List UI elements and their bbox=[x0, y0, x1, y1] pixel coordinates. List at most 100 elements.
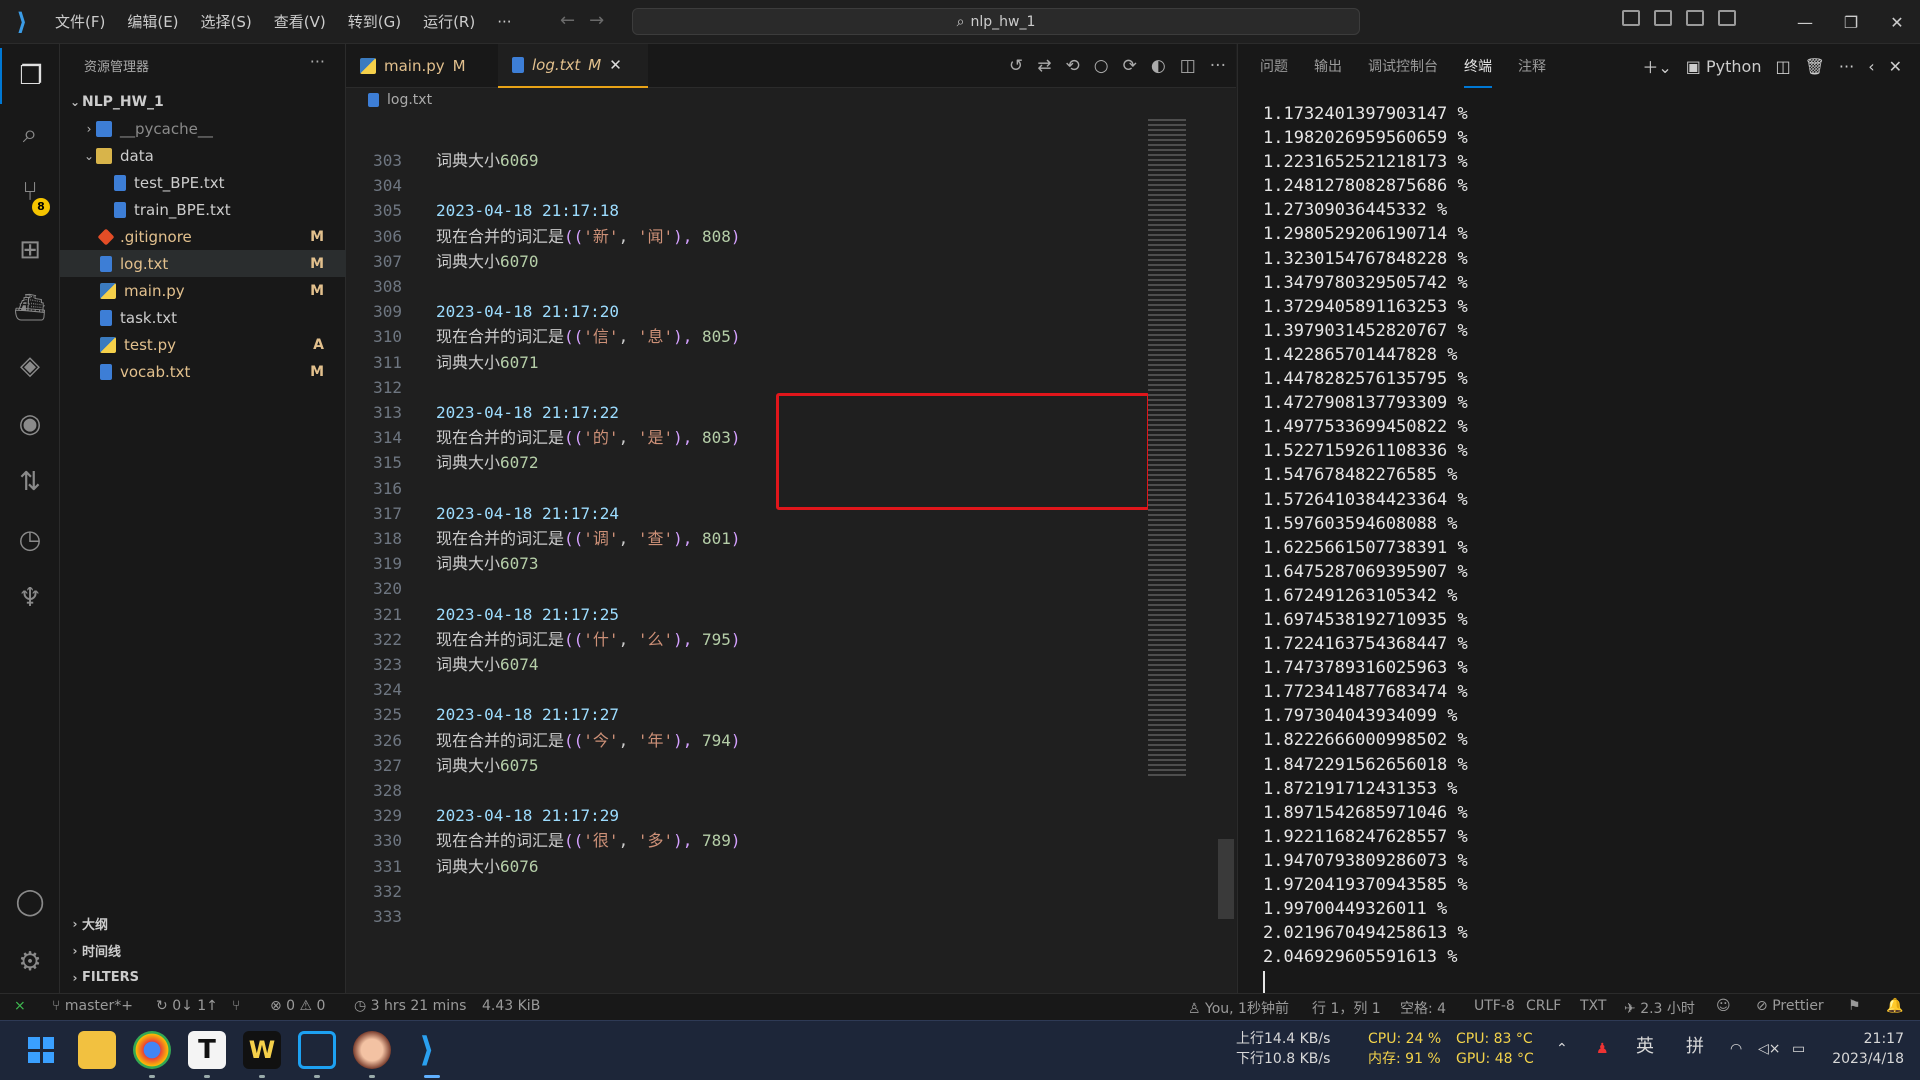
ime-mode[interactable]: 英 bbox=[1636, 1037, 1654, 1057]
file-explorer-icon[interactable] bbox=[78, 1031, 116, 1069]
command-center-search[interactable]: ⌕ nlp_hw_1 bbox=[632, 8, 1360, 35]
tab-terminal[interactable]: 终端 bbox=[1464, 56, 1492, 88]
minimize-icon[interactable]: — bbox=[1782, 13, 1828, 32]
wakatime-status[interactable]: ◷ 3 hrs 21 mins bbox=[354, 998, 466, 1014]
revert-icon[interactable]: ⟲ bbox=[1066, 56, 1080, 76]
next-change-icon[interactable]: ⟳ bbox=[1123, 56, 1137, 76]
toggle-sidebar-icon[interactable] bbox=[1622, 10, 1640, 26]
more-actions-icon[interactable]: ··· bbox=[310, 52, 325, 71]
back-arrow-icon[interactable]: ← bbox=[560, 10, 589, 31]
branch-status[interactable]: ⑂ master*+ bbox=[52, 998, 133, 1014]
minimap[interactable] bbox=[1148, 116, 1186, 776]
remote-desktop-icon[interactable] bbox=[298, 1031, 336, 1069]
copilot-icon[interactable]: ☺ bbox=[1716, 998, 1731, 1014]
new-terminal-icon[interactable]: ＋⌄ bbox=[1642, 54, 1671, 78]
feedback-icon[interactable]: ⚑ bbox=[1848, 998, 1861, 1014]
history-icon[interactable]: ↺ bbox=[1009, 56, 1023, 76]
split-editor-icon[interactable]: ◫ bbox=[1180, 56, 1196, 76]
tab-problems[interactable]: 问题 bbox=[1260, 56, 1288, 76]
wps-writer-icon[interactable]: W bbox=[243, 1031, 281, 1069]
line-ending[interactable]: CRLF bbox=[1526, 998, 1561, 1014]
forward-arrow-icon[interactable]: → bbox=[589, 10, 618, 31]
ime-pinyin[interactable]: 拼 bbox=[1686, 1037, 1704, 1057]
clock[interactable]: 21:17 2023/4/18 bbox=[1830, 1029, 1904, 1069]
github-icon[interactable]: ◉ bbox=[0, 396, 60, 452]
menu-edit[interactable]: 编辑(E) bbox=[116, 0, 189, 44]
split-terminal-icon[interactable]: ◫ bbox=[1775, 57, 1790, 76]
encoding[interactable]: UTF-8 bbox=[1474, 998, 1515, 1014]
blame-status[interactable]: ♙ You, 1秒钟前 bbox=[1188, 998, 1289, 1018]
tree-item-vocab[interactable]: vocab.txt M bbox=[60, 358, 346, 385]
more-actions-icon[interactable]: ··· bbox=[1210, 56, 1226, 76]
remote-icon[interactable]: ⨯ bbox=[14, 998, 26, 1014]
extensions-icon[interactable]: ⊞ bbox=[0, 222, 60, 278]
tree-item-test-bpe[interactable]: test_BPE.txt bbox=[60, 169, 346, 196]
tree-item-pycache[interactable]: › __pycache__ bbox=[60, 115, 346, 142]
sync-status[interactable]: ↻ 0↓ 1↑ bbox=[156, 998, 218, 1014]
compare-changes-icon[interactable]: ⇄ bbox=[1037, 56, 1051, 76]
menu-view[interactable]: 查看(V) bbox=[263, 0, 337, 44]
tab-output[interactable]: 输出 bbox=[1314, 56, 1342, 76]
close-panel-icon[interactable]: ✕ bbox=[1889, 57, 1902, 76]
menu-more[interactable]: ··· bbox=[486, 0, 522, 44]
prettier-status[interactable]: ⊘ Prettier bbox=[1756, 998, 1824, 1014]
tree-item-test-py[interactable]: test.py A bbox=[60, 331, 346, 358]
indentation[interactable]: 空格: 4 bbox=[1400, 998, 1446, 1018]
typora-icon[interactable]: T bbox=[188, 1031, 226, 1069]
publish-icon[interactable]: ⑂ bbox=[232, 998, 240, 1014]
cursor-position[interactable]: 行 1，列 1 bbox=[1312, 998, 1381, 1018]
source-control-icon[interactable]: ⑂ 8 bbox=[0, 164, 60, 220]
restore-icon[interactable]: ❐ bbox=[1828, 13, 1874, 32]
battery-icon[interactable]: ▭ bbox=[1792, 1039, 1805, 1059]
settings-gear-icon[interactable]: ⚙ bbox=[0, 934, 60, 990]
chrome-icon[interactable] bbox=[133, 1031, 171, 1069]
chevron-left-icon[interactable]: ‹ bbox=[1868, 57, 1874, 76]
tree-item-task[interactable]: task.txt bbox=[60, 304, 346, 331]
language-mode[interactable]: TXT bbox=[1580, 998, 1606, 1014]
search-icon[interactable]: ⌕ bbox=[0, 106, 60, 162]
explorer-icon[interactable]: ❐ bbox=[0, 48, 60, 104]
more-actions-icon[interactable]: ··· bbox=[1839, 57, 1854, 76]
tree-item-train-bpe[interactable]: train_BPE.txt bbox=[60, 196, 346, 223]
timeline-section[interactable]: › 时间线 bbox=[60, 937, 346, 964]
editor-scrollbar[interactable] bbox=[1218, 839, 1234, 919]
tree-item-main-py[interactable]: main.py M bbox=[60, 277, 346, 304]
code-editor[interactable]: 303 词典大小6069 304 305 2023-04-18 21:17:18 306 现… bbox=[346, 148, 1236, 948]
toggle-secondary-sidebar-icon[interactable] bbox=[1686, 10, 1704, 26]
start-button-icon[interactable] bbox=[22, 1031, 60, 1069]
menu-run[interactable]: 运行(R) bbox=[412, 0, 486, 44]
trash-icon[interactable]: 🗑 bbox=[1805, 57, 1825, 76]
tab-comments[interactable]: 注释 bbox=[1518, 56, 1546, 76]
qq-icon[interactable]: ♟ bbox=[1596, 1039, 1609, 1059]
session-time[interactable]: ✈ 2.3 小时 bbox=[1624, 998, 1695, 1018]
tab-log-txt[interactable]: log.txt M ✕ bbox=[498, 44, 648, 88]
tree-item-data[interactable]: ⌄ data bbox=[60, 142, 346, 169]
previous-change-icon[interactable]: ○ bbox=[1094, 56, 1109, 76]
tree-item-log[interactable]: log.txt M bbox=[60, 250, 346, 277]
wifi-icon[interactable]: ◠ bbox=[1730, 1039, 1742, 1059]
account-icon[interactable]: ◯ bbox=[0, 874, 60, 930]
gitlens-icon[interactable]: ◈ bbox=[0, 338, 60, 394]
terminal-shell-label[interactable]: ▣ Python bbox=[1686, 57, 1762, 76]
volume-muted-icon[interactable]: ◁× bbox=[1758, 1039, 1781, 1059]
close-icon[interactable]: ✕ bbox=[1874, 13, 1920, 32]
terminal-output[interactable]: 1.1732401397903147 % 1.1982026959560659 %… bbox=[1263, 102, 1468, 994]
close-tab-icon[interactable]: ✕ bbox=[609, 56, 622, 74]
app-avatar-icon[interactable] bbox=[353, 1031, 391, 1069]
menu-selection[interactable]: 选择(S) bbox=[190, 0, 263, 44]
tree-item-gitignore[interactable]: .gitignore M bbox=[60, 223, 346, 250]
filters-section[interactable]: › FILTERS bbox=[60, 964, 346, 991]
toggle-panel-icon[interactable] bbox=[1654, 10, 1672, 26]
tab-debug-console[interactable]: 调试控制台 bbox=[1368, 56, 1438, 76]
menu-go[interactable]: 转到(G) bbox=[337, 0, 412, 44]
gitlens-blame-icon[interactable]: ◐ bbox=[1151, 56, 1166, 76]
vscode-taskbar-icon[interactable]: ⟩ bbox=[408, 1031, 446, 1069]
tray-overflow-chevron-icon[interactable]: ⌃ bbox=[1556, 1039, 1568, 1059]
workspace-root[interactable]: ⌄ NLP_HW_1 bbox=[60, 88, 346, 115]
menu-file[interactable]: 文件(F) bbox=[44, 0, 116, 44]
docker-icon[interactable]: ⛴ bbox=[0, 280, 60, 336]
pull-request-icon[interactable]: ⇅ bbox=[0, 454, 60, 510]
outline-section[interactable]: › 大纲 bbox=[60, 910, 346, 937]
tab-main-py[interactable]: main.py M bbox=[346, 44, 496, 88]
problems-status[interactable]: ⊗ 0 ⚠ 0 bbox=[270, 998, 325, 1014]
